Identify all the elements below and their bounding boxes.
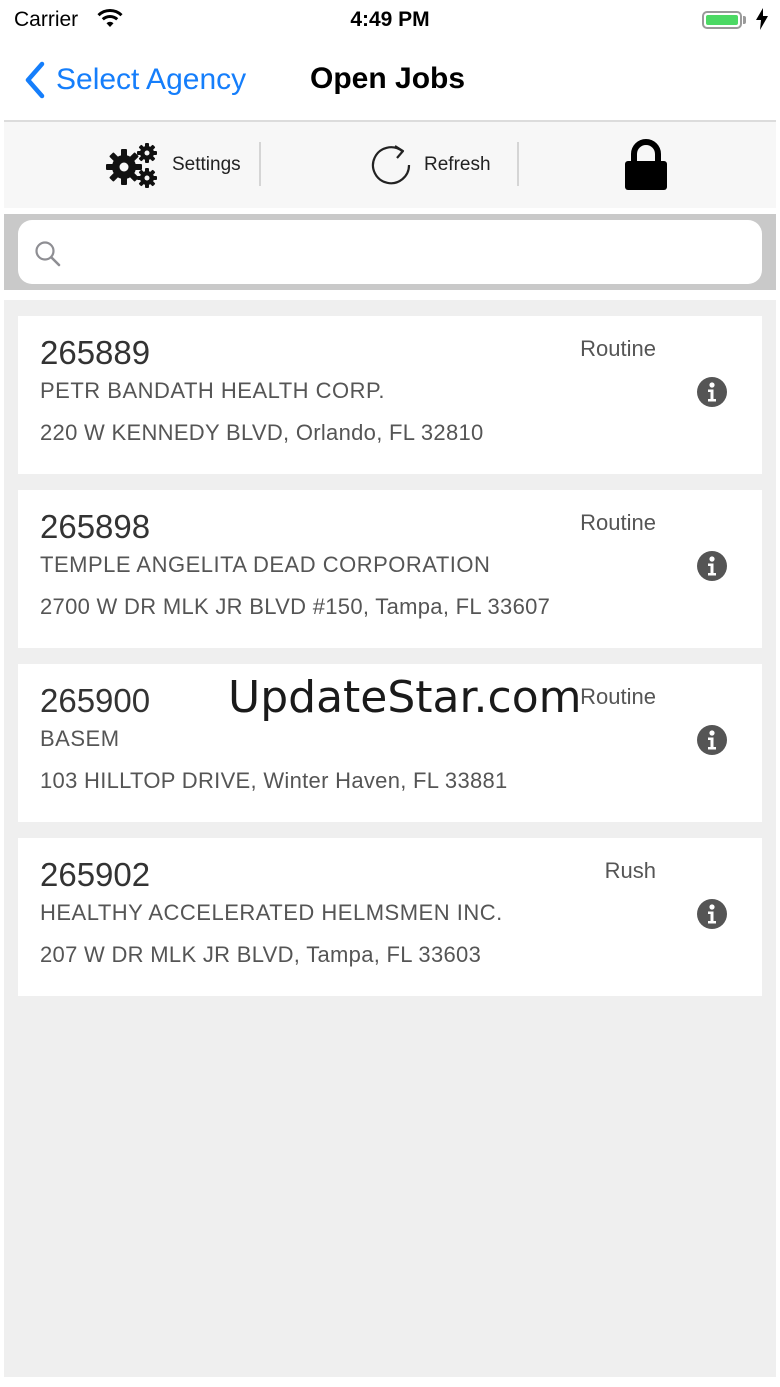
job-priority: Routine <box>580 510 656 535</box>
job-company: PETR BANDATH HEALTH CORP. <box>40 378 386 403</box>
job-card[interactable]: 265902 Rush HEALTHY ACCELERATED HELMSMEN… <box>18 838 762 996</box>
gears-icon <box>106 143 157 188</box>
search-icon <box>35 241 61 267</box>
search-input[interactable] <box>76 230 750 276</box>
page-title: Open Jobs <box>310 62 466 95</box>
back-button-label: Select Agency <box>56 63 247 96</box>
navigation-bar: Select Agency Open Jobs <box>0 42 780 120</box>
jobs-list: 265889 Routine PETR BANDATH HEALTH CORP.… <box>4 300 776 1377</box>
info-icon[interactable] <box>696 898 728 930</box>
refresh-button[interactable]: Refresh <box>368 122 491 208</box>
lock-icon <box>625 139 667 190</box>
settings-button[interactable]: Settings <box>104 122 241 208</box>
search-bar <box>4 214 776 290</box>
job-priority: Rush <box>604 858 656 883</box>
chevron-left-icon <box>25 61 45 99</box>
battery-icon <box>702 11 742 29</box>
watermark-text: UpdateStar.com <box>228 672 582 723</box>
refresh-label: Refresh <box>424 154 491 175</box>
job-card[interactable]: 265898 Routine TEMPLE ANGELITA DEAD CORP… <box>18 490 762 648</box>
job-company: HEALTHY ACCELERATED HELMSMEN INC. <box>40 900 503 925</box>
info-icon[interactable] <box>696 550 728 582</box>
job-address: 103 HILLTOP DRIVE, Winter Haven, FL 3388… <box>40 768 508 793</box>
job-priority: Routine <box>580 336 656 361</box>
job-id: 265902 <box>40 856 151 893</box>
refresh-icon <box>371 145 411 185</box>
job-company: TEMPLE ANGELITA DEAD CORPORATION <box>40 552 491 577</box>
info-icon[interactable] <box>696 376 728 408</box>
job-address: 220 W KENNEDY BLVD, Orlando, FL 32810 <box>40 420 484 445</box>
job-address: 207 W DR MLK JR BLVD, Tampa, FL 33603 <box>40 942 482 967</box>
job-id: 265900 <box>40 682 151 719</box>
info-icon[interactable] <box>696 724 728 756</box>
job-priority: Routine <box>580 684 656 709</box>
battery-tip <box>743 16 746 24</box>
toolbar-divider <box>259 142 261 186</box>
job-company: BASEM <box>40 726 120 751</box>
status-bar: Carrier 4:49 PM <box>0 0 780 42</box>
job-address: 2700 W DR MLK JR BLVD #150, Tampa, FL 33… <box>40 594 551 619</box>
toolbar-divider <box>517 142 519 186</box>
back-button[interactable]: Select Agency <box>24 58 246 102</box>
job-id: 265889 <box>40 334 151 371</box>
bolt-icon <box>756 8 768 36</box>
settings-label: Settings <box>172 154 241 175</box>
status-time: 4:49 PM <box>350 8 430 31</box>
lock-button[interactable] <box>624 122 668 208</box>
job-id: 265898 <box>40 508 151 545</box>
toolbar: Settings Refresh <box>4 120 776 208</box>
job-card[interactable]: 265889 Routine PETR BANDATH HEALTH CORP.… <box>18 316 762 474</box>
search-field[interactable] <box>18 220 762 284</box>
